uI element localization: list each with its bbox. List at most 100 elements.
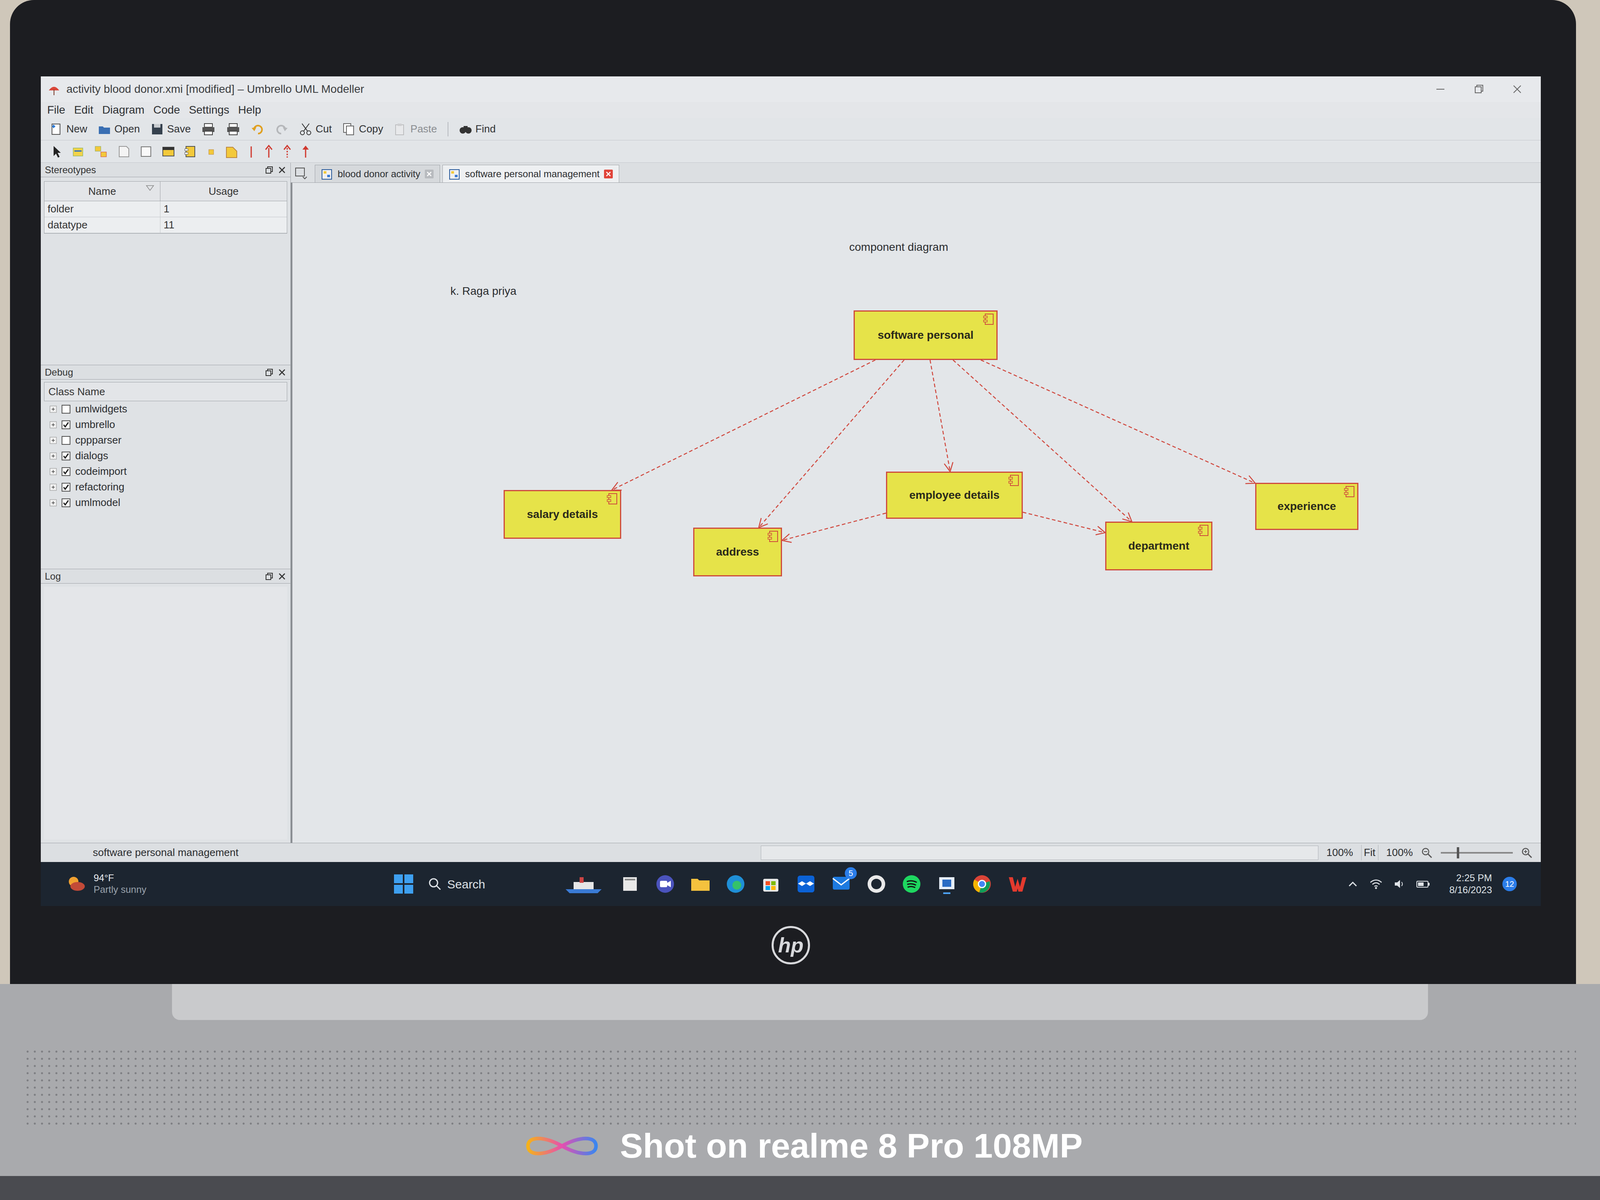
tree-item[interactable]: umlmodel	[44, 494, 288, 511]
undo-icon[interactable]	[250, 122, 265, 136]
edge-icon[interactable]	[724, 873, 747, 895]
wifi-icon[interactable]	[1369, 878, 1383, 890]
menu-item[interactable]: Diagram	[102, 101, 145, 119]
store-icon[interactable]	[760, 873, 782, 895]
composition-tool-icon[interactable]	[300, 144, 311, 159]
mail-app[interactable]: 5	[830, 872, 852, 897]
zoom-actual-button[interactable]: 100%	[1386, 844, 1414, 861]
association-tool-icon[interactable]	[264, 144, 274, 159]
menu-item[interactable]: File	[47, 101, 66, 119]
redo-icon[interactable]	[274, 122, 289, 136]
toolbar-button[interactable]: Copy	[342, 121, 384, 137]
dependency-edge[interactable]	[1022, 512, 1106, 535]
menu-item[interactable]: Settings	[188, 101, 230, 119]
checkbox[interactable]	[61, 467, 71, 476]
menu-item[interactable]: Edit	[74, 101, 94, 119]
expand-icon[interactable]	[49, 483, 57, 491]
dependency-edge[interactable]	[782, 513, 886, 543]
table-row[interactable]: datatype11	[44, 217, 287, 234]
column-header[interactable]: Name	[44, 181, 161, 201]
expand-icon[interactable]	[49, 421, 57, 429]
subsystem-tool-icon[interactable]	[184, 144, 198, 159]
close-icon[interactable]	[1512, 84, 1523, 95]
zoom-out-icon[interactable]	[1420, 846, 1433, 859]
select-tool-icon[interactable]	[51, 144, 64, 159]
spotify-icon[interactable]	[900, 873, 923, 895]
expand-icon[interactable]	[49, 499, 57, 507]
package-tool-icon[interactable]	[94, 144, 108, 159]
print-preview-icon[interactable]	[226, 122, 241, 136]
dependency-edge[interactable]	[980, 360, 1256, 484]
float-icon[interactable]	[264, 368, 274, 377]
restore-icon[interactable]	[1473, 84, 1484, 95]
text-tool-icon[interactable]	[72, 144, 86, 159]
battery-icon[interactable]	[1415, 878, 1431, 890]
dependency-edge[interactable]	[612, 360, 876, 490]
tree-item[interactable]: umbrello	[44, 416, 288, 433]
artifact-tool-icon[interactable]	[224, 144, 239, 159]
umbrello-task-icon[interactable]	[936, 873, 958, 895]
tab[interactable]: blood donor activity	[314, 164, 440, 183]
checkbox[interactable]	[61, 451, 71, 461]
minimize-icon[interactable]	[1435, 84, 1446, 95]
meet-icon[interactable]	[654, 873, 676, 895]
close-icon[interactable]	[277, 165, 287, 175]
zoom-in-icon[interactable]	[1520, 846, 1533, 859]
fit-button[interactable]: Fit	[1361, 844, 1379, 861]
component-node[interactable]: employee details	[886, 471, 1023, 519]
dependency-edge[interactable]	[930, 360, 953, 472]
expand-icon[interactable]	[49, 468, 57, 476]
component-node[interactable]: experience	[1255, 482, 1359, 530]
component-node[interactable]: software personal	[853, 310, 998, 360]
float-icon[interactable]	[264, 572, 274, 581]
print-icon[interactable]	[201, 122, 216, 136]
expand-icon[interactable]	[49, 436, 57, 444]
toolbar-button[interactable]: Paste	[393, 121, 438, 137]
checkbox[interactable]	[61, 436, 71, 445]
slider-handle[interactable]	[1456, 847, 1460, 859]
component-node[interactable]: department	[1105, 521, 1213, 571]
toolbar-button[interactable]: New	[49, 121, 88, 137]
port-tool-icon[interactable]	[206, 144, 216, 159]
search-box[interactable]: Search	[428, 875, 548, 894]
tab[interactable]: software personal management	[442, 164, 620, 183]
expand-icon[interactable]	[49, 452, 57, 460]
component-node[interactable]: address	[693, 527, 782, 577]
file-explorer-icon[interactable]	[689, 873, 712, 895]
tree-item[interactable]: dialogs	[44, 448, 288, 464]
close-icon[interactable]	[277, 572, 287, 581]
dependency-tool-icon[interactable]	[247, 144, 256, 159]
close-tab-icon[interactable]	[424, 169, 434, 179]
toolbar-button[interactable]: Find	[458, 121, 496, 137]
volume-icon[interactable]	[1393, 878, 1406, 890]
dependency-edge[interactable]	[758, 360, 904, 528]
component-node[interactable]: salary details	[503, 490, 622, 539]
task-view-icon[interactable]	[619, 873, 641, 895]
chrome-icon[interactable]	[971, 873, 993, 895]
tree-item[interactable]: codeimport	[44, 463, 288, 480]
box-tool-icon[interactable]	[139, 144, 153, 159]
tree-item[interactable]: refactoring	[44, 479, 288, 495]
tree-item[interactable]: cppparser	[44, 432, 288, 448]
column-header[interactable]: Usage	[160, 181, 287, 201]
note-tool-icon[interactable]	[116, 144, 131, 159]
close-icon[interactable]	[277, 368, 287, 377]
component-tool-icon[interactable]	[161, 144, 176, 159]
chevron-up-icon[interactable]	[1346, 878, 1359, 890]
github-icon[interactable]	[865, 873, 888, 895]
menu-item[interactable]: Help	[238, 101, 262, 119]
realization-tool-icon[interactable]	[282, 144, 292, 159]
new-tab-icon[interactable]	[294, 165, 309, 180]
checkbox[interactable]	[61, 482, 71, 492]
close-tab-icon[interactable]	[603, 169, 614, 179]
expand-icon[interactable]	[49, 405, 57, 413]
toolbar-button[interactable]: Open	[97, 121, 140, 137]
checkbox[interactable]	[61, 420, 71, 430]
checkbox[interactable]	[61, 404, 71, 414]
toolbar-button[interactable]: Save	[150, 121, 191, 137]
wps-icon[interactable]	[1006, 873, 1028, 895]
diagram-canvas[interactable]: component diagramk. Raga priyasoftware p…	[290, 182, 1541, 843]
float-icon[interactable]	[264, 165, 274, 175]
zoom-slider[interactable]	[1440, 852, 1513, 854]
toolbar-button[interactable]: Cut	[298, 121, 332, 137]
